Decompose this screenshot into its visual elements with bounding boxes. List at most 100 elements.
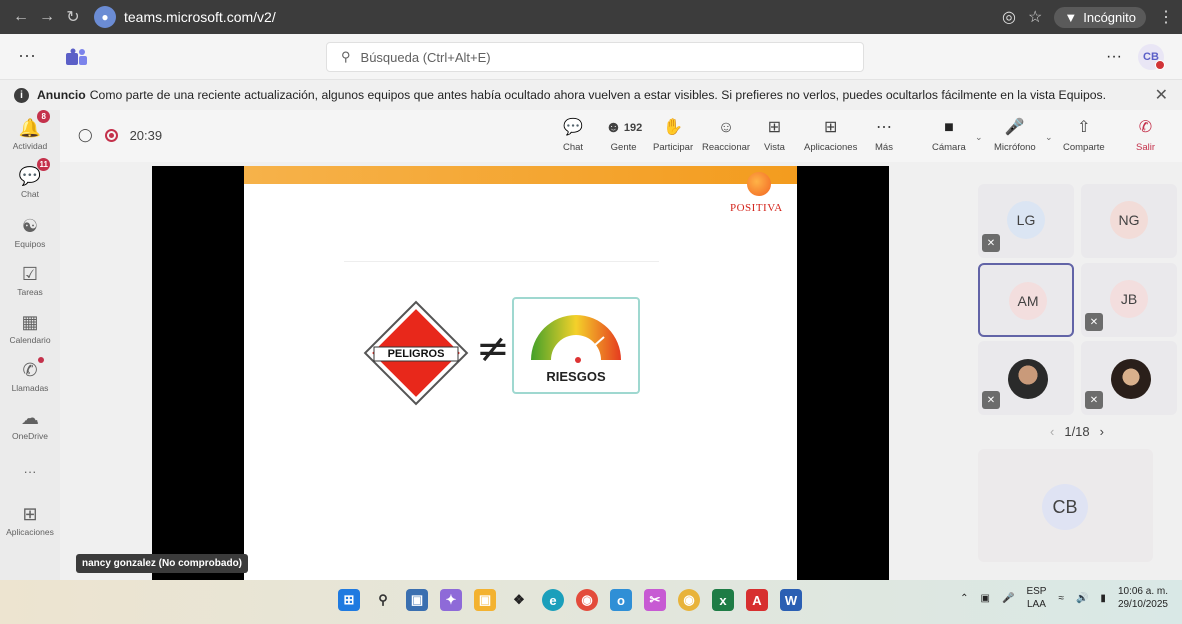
back-icon[interactable]: ← xyxy=(8,4,34,30)
windows-taskbar: ⊞ ⚲ ▣ ✦ ▣ ❖ e ◉ o ✂ ◉ x A W ⌃ ▣ 🎤 ESP LA… xyxy=(0,580,1182,624)
participant-tile[interactable]: ✕ xyxy=(978,341,1074,415)
incognito-badge[interactable]: ▼ Incógnito xyxy=(1054,6,1146,28)
start-icon[interactable]: ⊞ xyxy=(338,589,360,611)
hang-up-icon: ✆ xyxy=(1138,119,1153,136)
more-options-icon[interactable]: ··· xyxy=(1106,48,1122,66)
announcement-text: Como parte de una reciente actualización… xyxy=(89,88,1106,102)
task-view-icon[interactable]: ▣ xyxy=(406,589,428,611)
shared-slide[interactable]: POSITIVA PELIGROS ≠ RIESGOS xyxy=(244,166,797,580)
leave-button[interactable]: ✆ Salir xyxy=(1136,118,1155,153)
close-icon[interactable]: ✕ xyxy=(1145,85,1168,105)
phone-icon: ✆ xyxy=(22,357,44,380)
apps-button[interactable]: ⊞ Aplicaciones xyxy=(804,118,857,153)
star-icon[interactable]: ☆ xyxy=(1028,7,1042,27)
browser-menu-icon[interactable]: ⋮ xyxy=(1158,7,1174,27)
acrobat-icon[interactable]: A xyxy=(746,589,768,611)
self-view-tile[interactable]: CB xyxy=(978,449,1153,562)
mic-chevron-icon[interactable]: ⌄ xyxy=(1045,132,1053,143)
smiley-icon: ☺ xyxy=(717,119,735,136)
rail-item-actividad[interactable]: 🔔 8 Actividad xyxy=(0,110,60,151)
word-icon[interactable]: W xyxy=(780,589,802,611)
rail-label: Chat xyxy=(21,189,39,199)
next-page-icon[interactable]: › xyxy=(1100,424,1104,439)
language-indicator[interactable]: ESP LAA xyxy=(1026,585,1046,611)
participant-avatar: AM xyxy=(1009,282,1047,320)
view-button[interactable]: ⊞ Vista xyxy=(764,118,785,153)
eye-off-icon[interactable]: ◎ xyxy=(1002,7,1016,27)
clock[interactable]: 10:06 a. m. 29/10/2025 xyxy=(1118,585,1168,611)
more-apps-icon: ··· xyxy=(23,464,37,479)
share-button[interactable]: ⇧ Comparte xyxy=(1063,118,1105,153)
participant-tile[interactable]: LG ✕ xyxy=(978,184,1074,258)
incognito-label: Incógnito xyxy=(1083,9,1136,25)
react-label: Reaccionar xyxy=(702,142,751,153)
clock-time: 10:06 a. m. xyxy=(1117,586,1168,597)
rail-item-llamadas[interactable]: ✆ Llamadas xyxy=(0,357,60,393)
reload-icon[interactable]: ↻ xyxy=(60,4,86,30)
rail-item-equipos[interactable]: ☯ Equipos xyxy=(0,216,60,249)
calendar-icon: ▦ xyxy=(21,312,39,332)
raise-hand-button[interactable]: ✋ Participar xyxy=(653,118,693,153)
outlook-icon[interactable]: o xyxy=(610,589,632,611)
lang-top: ESP xyxy=(1026,586,1047,597)
mic-muted-icon: ✕ xyxy=(1085,391,1103,409)
address-bar[interactable]: ● teams.microsoft.com/v2/ xyxy=(94,4,954,30)
participant-tile[interactable]: ✕ xyxy=(1081,341,1177,415)
participant-avatar: NG xyxy=(1110,201,1148,239)
people-button[interactable]: ☻ 192 Gente xyxy=(605,118,642,153)
file-explorer-icon[interactable]: ▣ xyxy=(474,589,496,611)
volume-icon[interactable]: 🔊 xyxy=(1076,593,1088,604)
chrome-icon[interactable]: ◉ xyxy=(678,589,700,611)
site-mic-icon[interactable]: ● xyxy=(94,6,116,28)
presenter-name-tag: nancy gonzalez (No comprobado) xyxy=(76,554,249,573)
snipping-tool-icon[interactable]: ✂ xyxy=(644,589,666,611)
forward-icon[interactable]: → xyxy=(34,4,60,30)
mic-muted-icon: ✕ xyxy=(982,391,1000,409)
mic-button[interactable]: 🎤 Micrófono xyxy=(994,118,1036,153)
people-icon: ☻ xyxy=(605,119,622,136)
rail-item-calendario[interactable]: ▦ Calendario xyxy=(0,312,60,345)
url-text[interactable]: teams.microsoft.com/v2/ xyxy=(124,9,276,25)
participant-tile[interactable]: NG xyxy=(1081,184,1177,258)
camera-chevron-icon[interactable]: ⌄ xyxy=(975,132,983,143)
app-red-icon[interactable]: ◉ xyxy=(576,589,598,611)
rail-label: Actividad xyxy=(12,141,48,151)
prev-page-icon[interactable]: ‹ xyxy=(1050,424,1054,439)
tray-chevron-icon[interactable]: ⌃ xyxy=(960,593,968,604)
positiva-logo-text: POSITIVA xyxy=(730,202,783,214)
camera-button[interactable]: ■ Cámara xyxy=(932,118,966,153)
tray-mic-icon[interactable]: 🎤 xyxy=(1002,593,1014,604)
react-button[interactable]: ☺ Reaccionar xyxy=(702,118,750,153)
rail-item-onedrive[interactable]: ☁ OneDrive xyxy=(0,408,60,441)
more-button[interactable]: ⋯ Más xyxy=(875,118,893,153)
raise-label: Participar xyxy=(653,142,694,153)
app-rail: 🔔 8 Actividad 💬 11 Chat ☯ Equipos ☑ Tareas… xyxy=(0,110,60,580)
edge-icon[interactable]: e xyxy=(542,589,564,611)
search-icon[interactable]: ⚲ xyxy=(372,589,394,611)
app-launcher-icon[interactable]: ⋯ xyxy=(18,46,48,67)
rail-item-aplicaciones[interactable]: ⊞ Aplicaciones xyxy=(0,504,60,537)
rail-item-tareas[interactable]: ☑ Tareas xyxy=(0,264,60,297)
tray-app-icon[interactable]: ▣ xyxy=(981,593,990,604)
chat-button[interactable]: 💬 Chat xyxy=(563,118,583,153)
participant-avatar: LG xyxy=(1007,201,1045,239)
rail-item-more[interactable]: ··· xyxy=(0,462,60,482)
excel-icon[interactable]: x xyxy=(712,589,734,611)
bell-icon: 🔔 8 xyxy=(19,110,51,138)
teams-icon: ☯ xyxy=(21,216,39,236)
more-label: Más xyxy=(875,142,893,153)
browser-toolbar: ← → ↻ ● teams.microsoft.com/v2/ ◎ ☆ ▼ In… xyxy=(0,0,1182,34)
participant-tile-active[interactable]: AM xyxy=(978,263,1074,337)
wifi-icon[interactable]: ≈ xyxy=(1058,593,1064,604)
dropbox-icon[interactable]: ❖ xyxy=(508,589,530,611)
view-label: Vista xyxy=(764,142,785,153)
announcement-title: Anuncio xyxy=(37,88,86,102)
user-avatar[interactable]: CB xyxy=(1138,43,1165,70)
battery-icon[interactable]: ▮ xyxy=(1100,593,1106,604)
participant-tile[interactable]: JB ✕ xyxy=(1081,263,1177,337)
search-input[interactable]: ⚲ Búsqueda (Ctrl+Alt+E) xyxy=(326,42,864,72)
rail-item-chat[interactable]: 💬 11 Chat xyxy=(0,158,60,199)
grid-icon: ⊞ xyxy=(767,119,782,136)
copilot-icon[interactable]: ✦ xyxy=(440,589,462,611)
chat-label: Chat xyxy=(563,142,584,153)
